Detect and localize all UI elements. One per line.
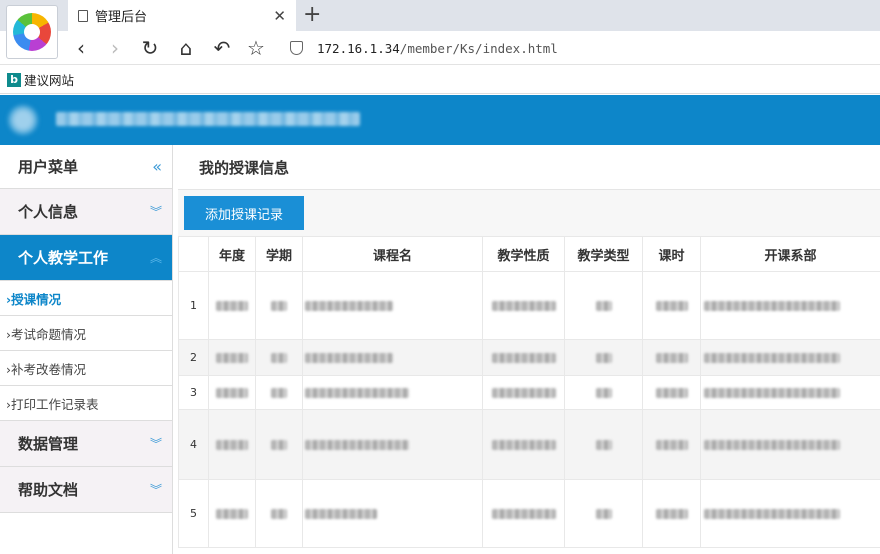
collapse-icon[interactable]: «	[152, 157, 162, 176]
column-header: 教学类型	[564, 236, 643, 272]
sidebar-section-data-mgmt[interactable]: 数据管理 ︾	[0, 421, 172, 467]
tab-close-icon[interactable]: ✕	[273, 7, 286, 25]
row-index: 3	[178, 375, 209, 410]
table-row[interactable]: 3	[178, 375, 880, 410]
reload-icon[interactable]: ↻	[137, 35, 163, 61]
table-row[interactable]: 2	[178, 339, 880, 376]
bookmark-suggested-sites[interactable]: 建议网站	[24, 70, 74, 89]
page-title: 我的授课信息	[178, 145, 880, 190]
row-index: 1	[178, 271, 209, 340]
new-tab-icon[interactable]: +	[303, 3, 321, 27]
row-index: 4	[178, 409, 209, 480]
section-label: 个人信息	[18, 203, 79, 221]
records-table: 年度 学期 课程名 教学性质 教学类型 课时 开课系部 1 2 3 4 5	[178, 236, 880, 548]
column-header	[178, 236, 209, 272]
section-label: 个人教学工作	[18, 249, 109, 267]
add-record-button[interactable]: 添加授课记录	[184, 196, 304, 230]
row-index: 5	[178, 479, 209, 548]
star-icon[interactable]: ☆	[243, 35, 269, 61]
address-url[interactable]: 172.16.1.34/member/Ks/index.html	[317, 41, 558, 56]
browser-tab-bar: 管理后台 ✕ +	[0, 0, 880, 31]
browser-tab[interactable]: 管理后台 ✕	[68, 0, 296, 31]
chevron-up-icon: ︽	[149, 250, 162, 265]
chevron-down-icon: ︾	[149, 482, 162, 497]
bing-icon: b	[7, 72, 21, 87]
sidebar-title: 用户菜单	[18, 158, 79, 176]
forward-icon[interactable]: ›	[102, 35, 128, 61]
table-row[interactable]: 1	[178, 271, 880, 340]
undo-icon[interactable]: ↶	[209, 35, 235, 61]
sidebar-item-label: ›考试命题情况	[6, 326, 86, 342]
home-icon[interactable]: ⌂	[173, 35, 199, 61]
bookmarks-bar: b 建议网站	[0, 66, 880, 94]
address-bar[interactable]: 172.16.1.34/member/Ks/index.html	[290, 35, 558, 61]
sidebar-item-label: ›授课情况	[6, 291, 62, 307]
sidebar-header: 用户菜单 «	[0, 145, 172, 189]
section-label: 帮助文档	[18, 481, 79, 499]
sidebar-item-label: ›打印工作记录表	[6, 396, 99, 412]
sidebar-section-personal-info[interactable]: 个人信息 ︾	[0, 189, 172, 235]
sidebar-section-teaching[interactable]: 个人教学工作 ︽	[0, 235, 172, 281]
column-header: 开课系部	[700, 236, 880, 272]
column-header: 学期	[255, 236, 303, 272]
column-header: 课时	[642, 236, 701, 272]
chevron-down-icon: ︾	[149, 436, 162, 451]
document-icon	[78, 9, 88, 22]
sidebar-item-teaching-status[interactable]: ›授课情况	[0, 281, 172, 316]
column-header: 教学性质	[482, 236, 565, 272]
main-content: 我的授课信息 添加授课记录 年度 学期 课程名 教学性质 教学类型 课时 开课系…	[178, 145, 880, 554]
table-row[interactable]: 4	[178, 409, 880, 480]
sidebar-item-makeup-grading[interactable]: ›补考改卷情况	[0, 351, 172, 386]
site-title-redacted	[56, 112, 360, 126]
site-logo	[8, 105, 38, 135]
sidebar-item-print-records[interactable]: ›打印工作记录表	[0, 386, 172, 421]
row-index: 2	[178, 339, 209, 376]
chevron-down-icon: ︾	[149, 204, 162, 219]
app-header	[0, 95, 880, 145]
content-toolbar: 添加授课记录	[178, 190, 880, 236]
browser-logo[interactable]	[6, 5, 58, 59]
sidebar-item-exam-proposition[interactable]: ›考试命题情况	[0, 316, 172, 351]
column-header: 年度	[208, 236, 256, 272]
browser-tab-title: 管理后台	[95, 10, 148, 25]
table-header-row: 年度 学期 课程名 教学性质 教学类型 课时 开课系部	[178, 236, 880, 272]
shield-icon	[290, 41, 303, 55]
sidebar-section-help-docs[interactable]: 帮助文档 ︾	[0, 467, 172, 513]
browser-toolbar: ‹ › ↻ ⌂ ↶ ☆ 172.16.1.34/member/Ks/index.…	[0, 31, 880, 65]
sidebar-item-label: ›补考改卷情况	[6, 361, 86, 377]
table-row[interactable]: 5	[178, 479, 880, 548]
sidebar: 用户菜单 « 个人信息 ︾ 个人教学工作 ︽ ›授课情况 ›考试命题情况 ›补考…	[0, 145, 173, 554]
back-icon[interactable]: ‹	[68, 35, 94, 61]
column-header: 课程名	[302, 236, 483, 272]
section-label: 数据管理	[18, 435, 79, 453]
